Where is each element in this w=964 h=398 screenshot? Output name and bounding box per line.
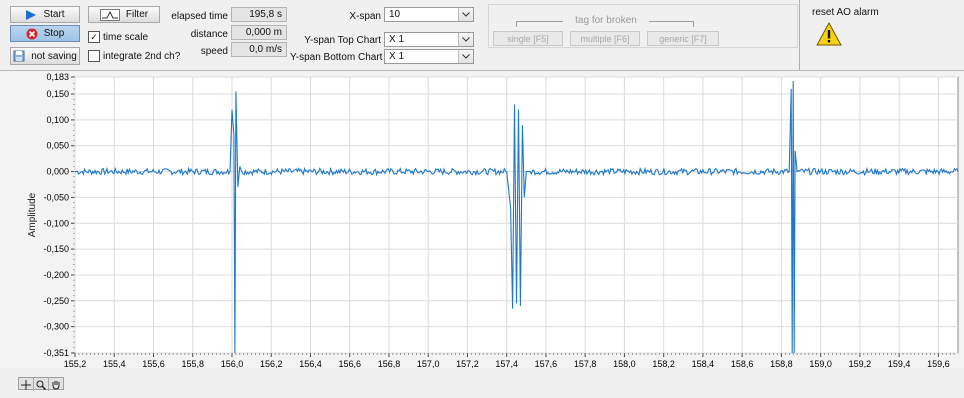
start-button[interactable]: Start bbox=[10, 6, 80, 23]
x-tick-label: 157,6 bbox=[535, 359, 558, 368]
time-scale-label: time scale bbox=[103, 31, 149, 43]
filter-icon bbox=[99, 8, 120, 21]
xspan-value: 10 bbox=[389, 9, 401, 20]
x-tick-label: 159,0 bbox=[809, 359, 832, 368]
distance-label: distance bbox=[190, 29, 228, 40]
y-tick-label: -0,050 bbox=[43, 192, 69, 202]
ytop-value: X 1 bbox=[389, 34, 405, 45]
play-icon bbox=[26, 9, 37, 20]
plot-background bbox=[74, 76, 959, 354]
ybottom-select[interactable]: X 1 bbox=[384, 49, 474, 64]
x-tick-label: 156,8 bbox=[378, 359, 401, 368]
x-tick-label: 157,2 bbox=[456, 359, 479, 368]
x-tick-label: 158,4 bbox=[692, 359, 715, 368]
y-tick-label: -0,300 bbox=[43, 322, 69, 332]
time-scale-box[interactable]: ✓ bbox=[88, 31, 100, 43]
stop-button[interactable]: Stop bbox=[10, 25, 80, 42]
x-tick-label: 156,0 bbox=[221, 359, 244, 368]
y-tick-label: 0,050 bbox=[46, 141, 69, 151]
x-tick-label: 158,8 bbox=[770, 359, 793, 368]
amplitude-chart[interactable]: 0,183 0,150 0,100 0,050 0,000 -0,050 -0,100 -0,… bbox=[0, 71, 964, 369]
x-tick-label: 156,4 bbox=[299, 359, 322, 368]
ybottom-label: Y-span Bottom Chart bbox=[290, 52, 383, 63]
x-tick-label: 159,6 bbox=[927, 359, 950, 368]
x-tick-label: 157,0 bbox=[417, 359, 440, 368]
alarm-separator bbox=[799, 0, 800, 70]
stop-label: Stop bbox=[43, 28, 65, 39]
start-label: Start bbox=[43, 9, 65, 20]
elapsed-label: elapsed time bbox=[171, 11, 228, 22]
x-tick-label: 157,8 bbox=[574, 359, 597, 368]
crosshair-icon[interactable] bbox=[19, 378, 34, 391]
y-tick-label: -0,351 bbox=[43, 348, 69, 358]
not-saving-button[interactable]: not saving bbox=[10, 47, 80, 65]
y-tick-label: -0,150 bbox=[43, 244, 69, 254]
tag-generic-button[interactable]: generic [F7] bbox=[647, 31, 719, 46]
distance-value: 0,000 m bbox=[231, 25, 287, 40]
graph-palette bbox=[18, 377, 64, 391]
ytop-select[interactable]: X 1 bbox=[384, 32, 474, 47]
chevron-down-icon[interactable] bbox=[458, 33, 473, 46]
zoom-icon[interactable] bbox=[34, 378, 49, 391]
xspan-label: X-span bbox=[349, 11, 381, 22]
x-tick-label: 155,2 bbox=[64, 359, 87, 368]
tag-group-title: tag for broken bbox=[563, 15, 649, 26]
x-tick-label: 156,6 bbox=[338, 359, 361, 368]
chevron-down-icon[interactable] bbox=[458, 50, 473, 63]
y-tick-label: -0,100 bbox=[43, 218, 69, 228]
warning-icon[interactable] bbox=[816, 21, 842, 46]
ytop-label: Y-span Top Chart bbox=[304, 35, 381, 46]
y-tick-label: 0,183 bbox=[46, 72, 69, 82]
x-tick-label: 155,4 bbox=[103, 359, 126, 368]
y-tick-label: -0,250 bbox=[43, 296, 69, 306]
y-tick-label: -0,200 bbox=[43, 270, 69, 280]
speed-label: speed bbox=[200, 46, 228, 57]
chevron-down-icon[interactable] bbox=[458, 8, 473, 21]
tag-multiple-button[interactable]: multiple [F6] bbox=[570, 31, 640, 46]
speed-value: 0,0 m/s bbox=[231, 42, 287, 57]
filter-button[interactable]: Filter bbox=[88, 6, 160, 23]
y-axis-label: Amplitude bbox=[27, 192, 38, 237]
pan-hand-icon[interactable] bbox=[49, 378, 63, 391]
chart-area: 0,183 0,150 0,100 0,050 0,000 -0,050 -0,100 -0,… bbox=[0, 71, 964, 369]
x-tick-label: 159,4 bbox=[888, 359, 911, 368]
stop-icon bbox=[26, 28, 38, 39]
filter-label: Filter bbox=[125, 9, 149, 20]
ybottom-value: X 1 bbox=[389, 51, 405, 62]
y-tick-label: 0,100 bbox=[46, 115, 69, 125]
alarm-label: reset AO alarm bbox=[812, 7, 879, 18]
x-tick-label: 156,2 bbox=[260, 359, 283, 368]
x-tick-label: 157,4 bbox=[495, 359, 518, 368]
not-saving-label: not saving bbox=[31, 50, 77, 62]
y-tick-label: 0,150 bbox=[46, 89, 69, 99]
x-tick-label: 158,2 bbox=[652, 359, 675, 368]
y-tick-label: 0,000 bbox=[46, 167, 69, 177]
x-tick-label: 155,8 bbox=[181, 359, 204, 368]
x-tick-label: 159,2 bbox=[849, 359, 872, 368]
x-tick-label: 158,0 bbox=[613, 359, 636, 368]
integrate-box[interactable] bbox=[88, 50, 100, 62]
save-disk-icon bbox=[13, 50, 25, 62]
x-tick-label: 155,6 bbox=[142, 359, 165, 368]
elapsed-value: 195,8 s bbox=[231, 7, 287, 22]
x-tick-label: 158,6 bbox=[731, 359, 754, 368]
time-scale-checkbox[interactable]: ✓ time scale bbox=[88, 31, 148, 43]
xspan-select[interactable]: 10 bbox=[384, 7, 474, 22]
tag-single-button[interactable]: single [F5] bbox=[493, 31, 563, 46]
